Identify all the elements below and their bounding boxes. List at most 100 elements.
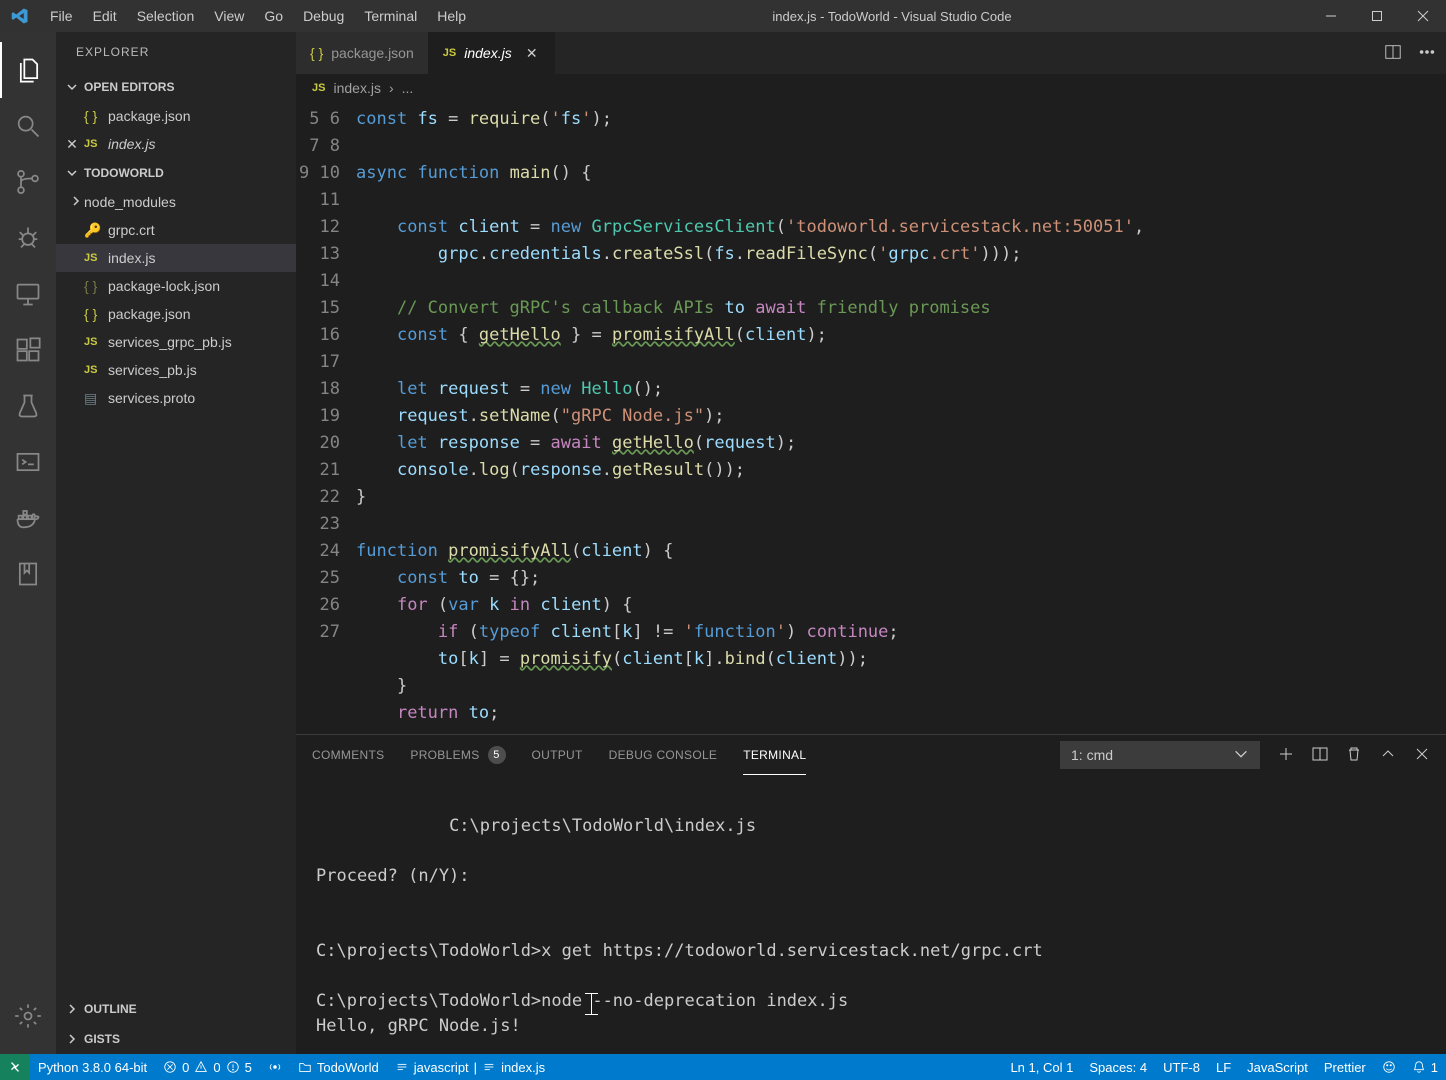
close-panel-icon[interactable] xyxy=(1414,746,1430,765)
terminal-output[interactable]: C:\projects\TodoWorld\index.js Proceed? … xyxy=(296,775,1446,1054)
status-live[interactable] xyxy=(260,1054,290,1080)
menu-terminal[interactable]: Terminal xyxy=(354,0,427,32)
file-index-js[interactable]: JS index.js xyxy=(56,244,296,272)
more-icon[interactable] xyxy=(1418,43,1436,64)
file-services-proto[interactable]: ▤ services.proto xyxy=(56,384,296,412)
tabs-actions xyxy=(1374,32,1446,74)
text-cursor-icon xyxy=(591,993,592,1015)
menu-selection[interactable]: Selection xyxy=(127,0,205,32)
code-content[interactable]: const fs = require('fs'); async function… xyxy=(356,102,1446,734)
file-services-grpc-pb[interactable]: JS services_grpc_pb.js xyxy=(56,328,296,356)
activity-docker[interactable] xyxy=(0,490,56,546)
tab-package-json[interactable]: { } package.json xyxy=(296,32,429,74)
menu-debug[interactable]: Debug xyxy=(293,0,354,32)
window-title: index.js - TodoWorld - Visual Studio Cod… xyxy=(476,9,1308,24)
close-button[interactable] xyxy=(1400,0,1446,32)
status-eol[interactable]: LF xyxy=(1208,1054,1239,1080)
split-terminal-icon[interactable] xyxy=(1312,746,1328,765)
open-editor-index-js[interactable]: ✕ JS index.js xyxy=(56,130,296,158)
tab-close-icon[interactable]: ✕ xyxy=(524,45,540,62)
panel-tab-output[interactable]: OUTPUT xyxy=(532,735,583,775)
activity-testing[interactable] xyxy=(0,378,56,434)
code-editor[interactable]: 5 6 7 8 9 10 11 12 13 14 15 16 17 18 19 … xyxy=(296,102,1446,734)
terminal-select[interactable]: 1: cmd xyxy=(1060,741,1260,769)
status-lang[interactable]: javascript| index.js xyxy=(387,1054,553,1080)
tab-index-js[interactable]: JS index.js ✕ xyxy=(429,32,555,74)
sidebar: EXPLORER OPEN EDITORS { } package.json ✕… xyxy=(56,32,296,1054)
open-editors-header[interactable]: OPEN EDITORS xyxy=(56,72,296,102)
panel-tab-terminal[interactable]: TERMINAL xyxy=(743,735,806,775)
status-problems[interactable]: 0 0 5 xyxy=(155,1054,260,1080)
chevron-down-icon xyxy=(66,81,78,93)
activity-settings[interactable] xyxy=(0,988,56,1044)
new-terminal-icon[interactable] xyxy=(1278,746,1294,765)
menu-go[interactable]: Go xyxy=(254,0,293,32)
chevron-right-icon xyxy=(70,194,82,210)
gutter: 5 6 7 8 9 10 11 12 13 14 15 16 17 18 19 … xyxy=(296,102,356,734)
file-package-json[interactable]: { } package.json xyxy=(56,300,296,328)
cert-icon: 🔑 xyxy=(84,222,102,239)
json-icon: { } xyxy=(84,278,102,294)
js-icon: JS xyxy=(84,336,102,348)
chevron-right-icon xyxy=(66,1003,78,1015)
kill-terminal-icon[interactable] xyxy=(1346,746,1362,765)
menu-help[interactable]: Help xyxy=(427,0,476,32)
folder-node-modules[interactable]: node_modules xyxy=(56,188,296,216)
file-services-pb[interactable]: JS services_pb.js xyxy=(56,356,296,384)
menubar: File Edit Selection View Go Debug Termin… xyxy=(40,0,476,32)
status-encoding[interactable]: UTF-8 xyxy=(1155,1054,1208,1080)
menu-edit[interactable]: Edit xyxy=(83,0,127,32)
minimize-button[interactable] xyxy=(1308,0,1354,32)
chevron-right-icon: › xyxy=(389,80,394,96)
chevron-down-icon xyxy=(66,167,78,179)
status-prettier[interactable]: Prettier xyxy=(1316,1054,1374,1080)
file-grpc-crt[interactable]: 🔑 grpc.crt xyxy=(56,216,296,244)
activity-debug[interactable] xyxy=(0,210,56,266)
js-icon: JS xyxy=(443,47,456,59)
panel: COMMENTS PROBLEMS5 OUTPUT DEBUG CONSOLE … xyxy=(296,734,1446,1054)
status-langmode[interactable]: JavaScript xyxy=(1239,1054,1316,1080)
outline-header[interactable]: OUTLINE xyxy=(56,994,296,1024)
remote-indicator[interactable] xyxy=(0,1054,30,1080)
open-editor-package-json[interactable]: { } package.json xyxy=(56,102,296,130)
editor-area: { } package.json JS index.js ✕ JS index.… xyxy=(296,32,1446,1054)
activity-search[interactable] xyxy=(0,98,56,154)
close-icon[interactable]: ✕ xyxy=(64,136,80,153)
json-icon: { } xyxy=(84,108,102,124)
status-spaces[interactable]: Spaces: 4 xyxy=(1081,1054,1155,1080)
gists-header[interactable]: GISTS xyxy=(56,1024,296,1054)
breadcrumb[interactable]: JS index.js › ... xyxy=(296,74,1446,102)
js-icon: JS xyxy=(84,364,102,376)
activity-explorer[interactable] xyxy=(0,42,56,98)
maximize-button[interactable] xyxy=(1354,0,1400,32)
status-bell[interactable]: 1 xyxy=(1404,1054,1446,1080)
menu-view[interactable]: View xyxy=(204,0,254,32)
activity-bookmarks[interactable] xyxy=(0,546,56,602)
menu-file[interactable]: File xyxy=(40,0,83,32)
titlebar: File Edit Selection View Go Debug Termin… xyxy=(0,0,1446,32)
panel-tab-comments[interactable]: COMMENTS xyxy=(312,735,384,775)
status-folder[interactable]: TodoWorld xyxy=(290,1054,387,1080)
js-icon: JS xyxy=(84,138,102,150)
status-position[interactable]: Ln 1, Col 1 xyxy=(1002,1054,1081,1080)
activity-console[interactable] xyxy=(0,434,56,490)
panel-tab-problems[interactable]: PROBLEMS5 xyxy=(410,735,505,775)
split-editor-icon[interactable] xyxy=(1384,43,1402,64)
editor-tabs: { } package.json JS index.js ✕ xyxy=(296,32,1446,74)
maximize-panel-icon[interactable] xyxy=(1380,746,1396,765)
activity-scm[interactable] xyxy=(0,154,56,210)
window-controls xyxy=(1308,0,1446,32)
panel-tab-debug[interactable]: DEBUG CONSOLE xyxy=(609,735,718,775)
workspace-header[interactable]: TODOWORLD xyxy=(56,158,296,188)
activity-remote[interactable] xyxy=(0,266,56,322)
status-feedback[interactable] xyxy=(1374,1054,1404,1080)
activity-extensions[interactable] xyxy=(0,322,56,378)
json-icon: { } xyxy=(310,45,323,61)
js-icon: JS xyxy=(84,252,102,264)
js-icon: JS xyxy=(312,82,325,94)
chevron-down-icon xyxy=(1233,746,1249,765)
status-python[interactable]: Python 3.8.0 64-bit xyxy=(30,1054,155,1080)
file-package-lock[interactable]: { } package-lock.json xyxy=(56,272,296,300)
statusbar: Python 3.8.0 64-bit 0 0 5 TodoWorld java… xyxy=(0,1054,1446,1080)
chevron-right-icon xyxy=(66,1033,78,1045)
